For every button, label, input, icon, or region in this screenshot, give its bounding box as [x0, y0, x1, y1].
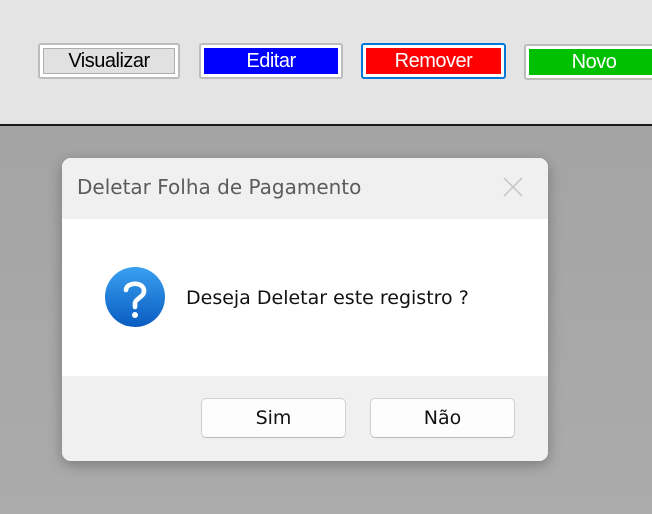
dialog-footer: Sim Não — [62, 376, 548, 461]
editar-label: Editar — [204, 48, 338, 74]
editar-button[interactable]: Editar — [199, 43, 343, 79]
dialog-body: Deseja Deletar este registro ? — [62, 219, 548, 376]
dialog-message: Deseja Deletar este registro ? — [186, 287, 469, 309]
remover-button[interactable]: Remover — [361, 43, 506, 79]
visualizar-button[interactable]: Visualizar — [38, 43, 180, 79]
dialog-title: Deletar Folha de Pagamento — [77, 175, 362, 199]
dialog-title-bar[interactable]: Deletar Folha de Pagamento — [62, 158, 548, 219]
close-icon[interactable] — [500, 174, 526, 200]
novo-label: Novo — [529, 49, 652, 75]
sim-button[interactable]: Sim — [201, 398, 346, 438]
nao-button[interactable]: Não — [370, 398, 515, 438]
confirm-dialog: Deletar Folha de Pagamento Deseja Deleta… — [62, 158, 548, 461]
visualizar-label: Visualizar — [43, 48, 175, 74]
novo-button[interactable]: Novo — [524, 44, 652, 80]
question-icon — [104, 266, 166, 328]
toolbar: Visualizar Editar Remover Novo — [0, 0, 652, 124]
remover-label: Remover — [366, 48, 501, 74]
